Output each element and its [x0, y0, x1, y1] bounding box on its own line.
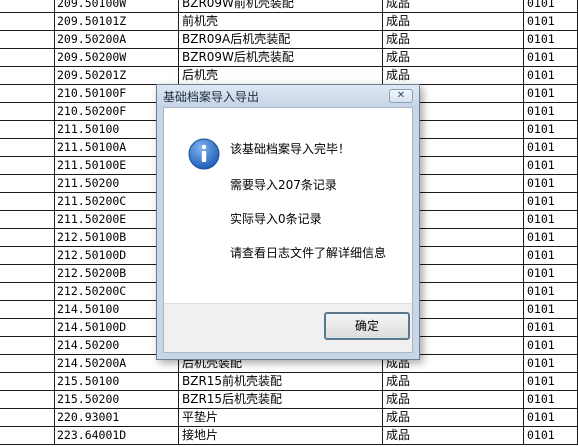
code-cell[interactable]: 209.50100W [55, 0, 179, 13]
code-cell[interactable]: 209.50200A [55, 31, 179, 49]
table-row[interactable]: 209.50101Z 前机壳 成品 0101 [0, 13, 578, 31]
row-index-cell[interactable] [0, 49, 55, 67]
type-cell[interactable]: 成品 [383, 67, 524, 85]
org-cell[interactable]: 0101 [524, 301, 578, 319]
info-icon [188, 138, 220, 170]
row-index-cell[interactable] [0, 103, 55, 121]
row-index-cell[interactable] [0, 265, 55, 283]
type-cell[interactable]: 成品 [383, 409, 524, 427]
message-complete: 该基础档案导入完毕！ [230, 142, 351, 156]
org-cell[interactable]: 0101 [524, 157, 578, 175]
dialog-title: 基础档案导入导出 [163, 90, 260, 104]
row-index-cell[interactable] [0, 85, 55, 103]
row-index-cell[interactable] [0, 247, 55, 265]
close-icon: ✕ [396, 90, 406, 101]
row-index-cell[interactable] [0, 301, 55, 319]
name-cell[interactable]: BZR15后机壳装配 [179, 391, 383, 409]
org-cell[interactable]: 0101 [524, 355, 578, 373]
type-cell[interactable]: 成品 [383, 373, 524, 391]
org-cell[interactable]: 0101 [524, 409, 578, 427]
org-cell[interactable]: 0101 [524, 139, 578, 157]
row-index-cell[interactable] [0, 373, 55, 391]
code-cell[interactable]: 209.50201Z [55, 67, 179, 85]
dialog-content: 该基础档案导入完毕！ 需要导入207条记录 实际导入0条记录 请查看日志文件了解… [163, 107, 413, 353]
type-cell[interactable]: 成品 [383, 427, 524, 445]
type-cell[interactable]: 成品 [383, 0, 524, 13]
row-index-cell[interactable] [0, 391, 55, 409]
org-cell[interactable]: 0101 [524, 13, 578, 31]
org-cell[interactable]: 0101 [524, 211, 578, 229]
type-cell[interactable]: 成品 [383, 49, 524, 67]
name-cell[interactable]: BZR09W前机壳装配 [179, 0, 383, 13]
code-cell[interactable]: 215.50100 [55, 373, 179, 391]
org-cell[interactable]: 0101 [524, 193, 578, 211]
code-cell[interactable]: 215.50200 [55, 391, 179, 409]
row-index-cell[interactable] [0, 337, 55, 355]
row-index-cell[interactable] [0, 193, 55, 211]
org-cell[interactable]: 0101 [524, 49, 578, 67]
row-index-cell[interactable] [0, 67, 55, 85]
name-cell[interactable]: 接地片 [179, 427, 383, 445]
org-cell[interactable]: 0101 [524, 319, 578, 337]
name-cell[interactable]: 后机壳 [179, 67, 383, 85]
table-row[interactable]: 215.50200 BZR15后机壳装配 成品 0101 [0, 391, 578, 409]
table-row[interactable]: 223.64001D 接地片 成品 0101 [0, 427, 578, 445]
org-cell[interactable]: 0101 [524, 175, 578, 193]
code-cell[interactable]: 220.93001 [55, 409, 179, 427]
row-index-cell[interactable] [0, 283, 55, 301]
name-cell[interactable]: 平垫片 [179, 409, 383, 427]
row-index-cell[interactable] [0, 427, 55, 445]
message-expected-count: 需要导入207条记录 [230, 178, 337, 192]
org-cell[interactable]: 0101 [524, 31, 578, 49]
org-cell[interactable]: 0101 [524, 0, 578, 13]
table-row[interactable]: 209.50201Z 后机壳 成品 0101 [0, 67, 578, 85]
dialog-titlebar[interactable]: 基础档案导入导出 ✕ [157, 85, 419, 107]
name-cell[interactable]: 前机壳 [179, 13, 383, 31]
org-cell[interactable]: 0101 [524, 283, 578, 301]
ok-button[interactable]: 确定 [324, 312, 410, 340]
import-result-dialog: 基础档案导入导出 ✕ 该基础档案导入完毕！ 需要导入207条记录 实际导入0条记… [156, 84, 420, 360]
org-cell[interactable]: 0101 [524, 67, 578, 85]
row-index-cell[interactable] [0, 157, 55, 175]
dialog-footer: 确定 [164, 303, 412, 352]
row-index-cell[interactable] [0, 319, 55, 337]
code-cell[interactable]: 209.50200W [55, 49, 179, 67]
name-cell[interactable]: BZR09A后机壳装配 [179, 31, 383, 49]
name-cell[interactable]: BZR09W后机壳装配 [179, 49, 383, 67]
org-cell[interactable]: 0101 [524, 373, 578, 391]
message-actual-count: 实际导入0条记录 [230, 212, 322, 226]
row-index-cell[interactable] [0, 31, 55, 49]
org-cell[interactable]: 0101 [524, 391, 578, 409]
org-cell[interactable]: 0101 [524, 265, 578, 283]
row-index-cell[interactable] [0, 139, 55, 157]
close-button[interactable]: ✕ [389, 89, 413, 103]
name-cell[interactable]: BZR15前机壳装配 [179, 373, 383, 391]
row-index-cell[interactable] [0, 175, 55, 193]
type-cell[interactable]: 成品 [383, 31, 524, 49]
table-row[interactable]: 209.50200W BZR09W后机壳装配 成品 0101 [0, 49, 578, 67]
row-index-cell[interactable] [0, 409, 55, 427]
org-cell[interactable]: 0101 [524, 247, 578, 265]
org-cell[interactable]: 0101 [524, 103, 578, 121]
code-cell[interactable]: 209.50101Z [55, 13, 179, 31]
org-cell[interactable]: 0101 [524, 427, 578, 445]
row-index-cell[interactable] [0, 13, 55, 31]
table-row[interactable]: 209.50100W BZR09W前机壳装配 成品 0101 [0, 0, 578, 13]
table-row[interactable]: 220.93001 平垫片 成品 0101 [0, 409, 578, 427]
org-cell[interactable]: 0101 [524, 229, 578, 247]
row-index-cell[interactable] [0, 229, 55, 247]
table-row[interactable]: 209.50200A BZR09A后机壳装配 成品 0101 [0, 31, 578, 49]
message-log-hint: 请查看日志文件了解详细信息 [230, 246, 387, 260]
code-cell[interactable]: 223.64001D [55, 427, 179, 445]
table-row[interactable]: 215.50100 BZR15前机壳装配 成品 0101 [0, 373, 578, 391]
org-cell[interactable]: 0101 [524, 121, 578, 139]
type-cell[interactable]: 成品 [383, 391, 524, 409]
org-cell[interactable]: 0101 [524, 85, 578, 103]
row-index-cell[interactable] [0, 121, 55, 139]
row-index-cell[interactable] [0, 355, 55, 373]
row-index-cell[interactable] [0, 0, 55, 13]
row-index-cell[interactable] [0, 211, 55, 229]
type-cell[interactable]: 成品 [383, 13, 524, 31]
org-cell[interactable]: 0101 [524, 337, 578, 355]
